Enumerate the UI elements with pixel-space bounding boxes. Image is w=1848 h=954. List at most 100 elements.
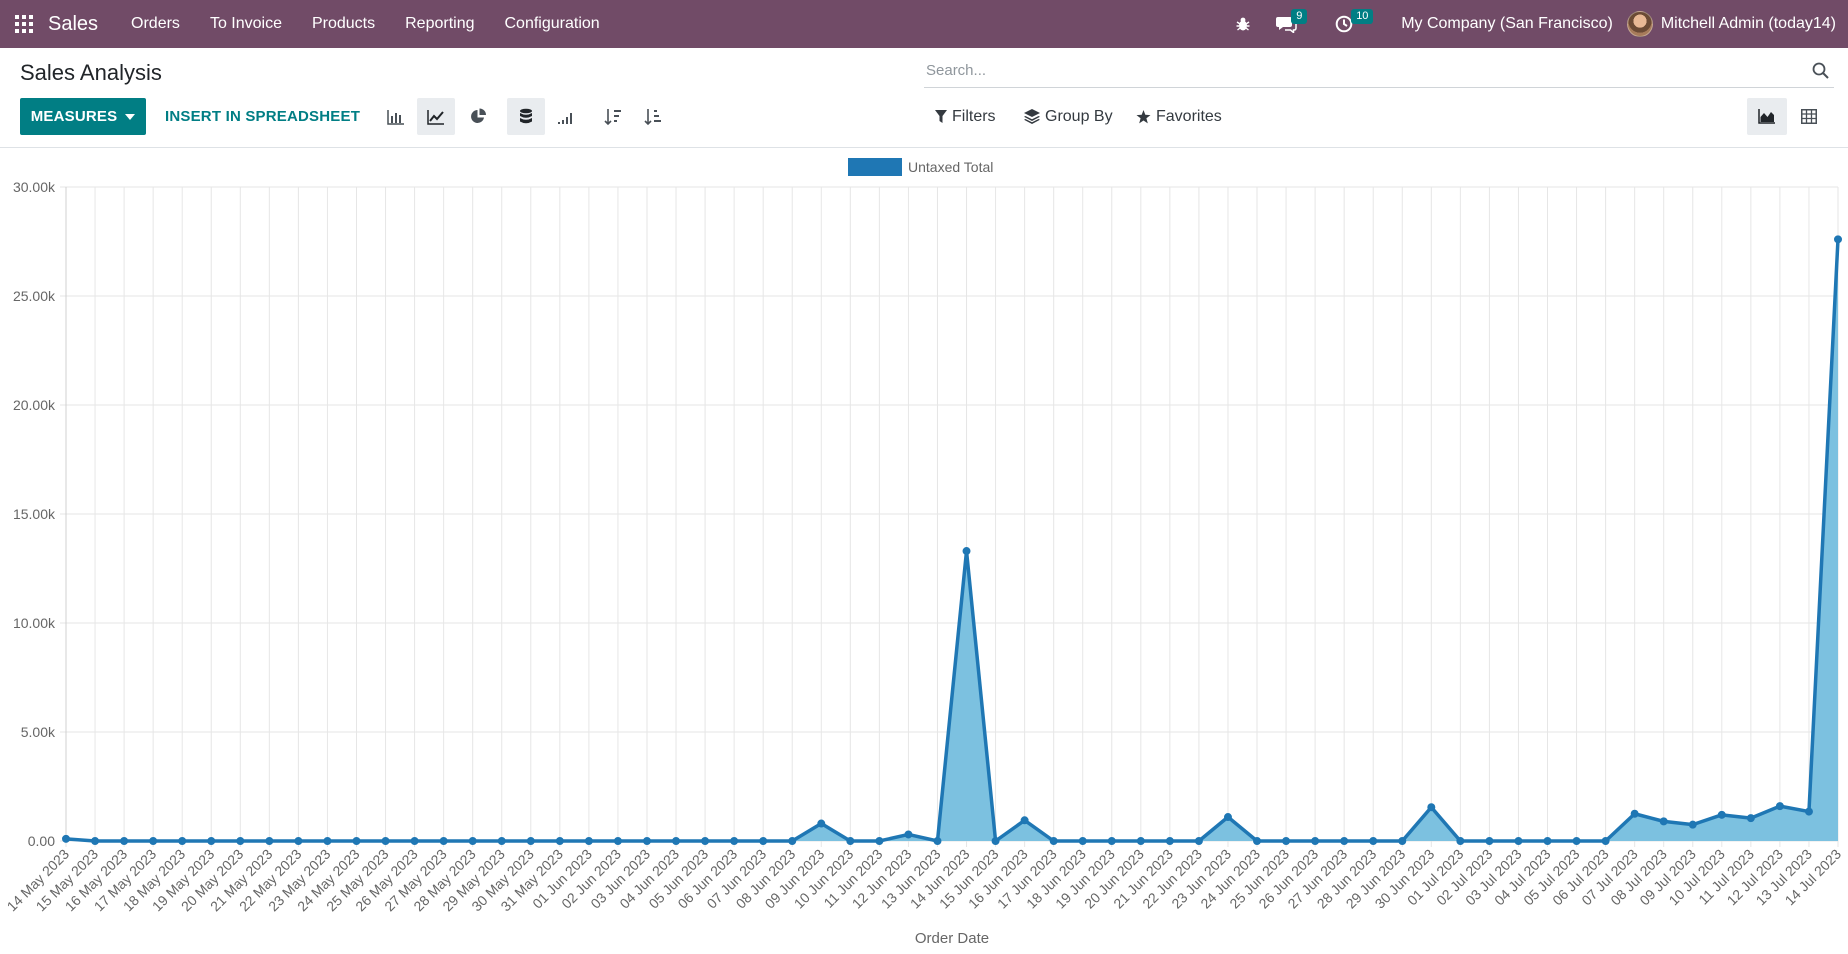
cumulative-signal-icon[interactable] — [547, 98, 585, 135]
measures-button[interactable]: MEASURES — [20, 98, 146, 135]
menu-reporting[interactable]: Reporting — [390, 0, 489, 48]
messages-count-badge: 9 — [1291, 9, 1308, 24]
y-tick-label: 0.00 — [28, 833, 55, 849]
data-point — [1078, 837, 1087, 845]
y-tick-label: 15.00k — [13, 506, 56, 522]
debug-bug-icon[interactable] — [1223, 0, 1263, 48]
legend-label: Untaxed Total — [908, 159, 993, 175]
data-point — [1746, 814, 1755, 823]
data-point — [730, 837, 739, 845]
data-point — [846, 837, 855, 845]
data-point — [759, 837, 768, 845]
data-point — [1253, 837, 1262, 845]
data-point — [468, 837, 477, 845]
bar-chart-icon[interactable] — [377, 98, 415, 135]
data-point — [613, 837, 622, 845]
y-tick-label: 25.00k — [13, 288, 56, 304]
caret-down-icon — [125, 113, 136, 120]
data-point — [1485, 837, 1494, 845]
data-point — [178, 837, 187, 845]
filters-button[interactable]: Filters — [935, 98, 996, 135]
data-point — [1456, 837, 1465, 845]
data-point — [555, 837, 564, 845]
data-point — [236, 837, 245, 845]
user-menu[interactable]: Mitchell Admin (today14) — [1626, 11, 1848, 37]
data-point — [1688, 820, 1697, 829]
data-point — [497, 837, 506, 845]
activities-clock-icon[interactable]: 10 — [1323, 0, 1379, 48]
data-point — [439, 837, 448, 845]
data-point — [410, 837, 419, 845]
data-point — [875, 837, 884, 845]
data-point — [1601, 837, 1610, 845]
data-point — [672, 837, 681, 845]
data-point — [1427, 803, 1436, 812]
data-point — [1194, 837, 1203, 845]
data-point — [1398, 837, 1407, 845]
y-tick-label: 20.00k — [13, 397, 56, 413]
measures-label: MEASURES — [30, 108, 118, 125]
data-point — [62, 834, 70, 843]
data-point — [1834, 235, 1842, 244]
user-avatar — [1626, 11, 1653, 37]
data-point — [149, 837, 158, 845]
menu-orders[interactable]: Orders — [116, 0, 195, 48]
data-point — [265, 837, 274, 845]
app-menu-grid-icon[interactable] — [0, 0, 48, 48]
pie-chart-icon[interactable] — [459, 98, 497, 135]
search-icon[interactable] — [1806, 57, 1834, 85]
data-point — [788, 837, 797, 845]
data-point — [91, 837, 100, 845]
menu-configuration[interactable]: Configuration — [490, 0, 615, 48]
line-chart-icon[interactable] — [417, 98, 455, 135]
menu-products[interactable]: Products — [297, 0, 390, 48]
data-point — [1020, 816, 1029, 825]
insert-in-spreadsheet-button[interactable]: INSERT IN SPREADSHEET — [165, 98, 360, 135]
data-point — [1630, 809, 1639, 818]
filter-funnel-icon — [935, 110, 947, 123]
sort-ascending-icon[interactable] — [634, 98, 672, 135]
sort-descending-icon[interactable] — [594, 98, 632, 135]
data-point — [1543, 837, 1552, 845]
data-point — [1107, 837, 1116, 845]
data-point — [584, 837, 593, 845]
sales-graph-container: 0.00 5.00k 10.00k 15.00k 20.00k 25.00k 30.00k … — [0, 148, 1848, 954]
app-name[interactable]: Sales — [48, 13, 98, 36]
data-point — [1572, 837, 1581, 845]
data-point — [1165, 837, 1174, 845]
graph-view-area-chart-icon[interactable] — [1747, 98, 1787, 135]
stacked-database-icon[interactable] — [507, 98, 545, 135]
top-navbar: Sales Orders To Invoice Products Reporti… — [0, 0, 1848, 48]
x-axis-title: Order Date — [915, 930, 989, 947]
data-point — [642, 837, 651, 845]
data-point — [991, 837, 1000, 845]
group-by-button[interactable]: Group By — [1024, 98, 1113, 135]
data-point — [933, 837, 942, 845]
data-point — [1514, 837, 1523, 845]
data-point — [1717, 810, 1726, 819]
search-input[interactable] — [924, 55, 1806, 86]
data-point — [381, 837, 390, 845]
data-point — [120, 837, 129, 845]
favorites-button[interactable]: Favorites — [1136, 98, 1222, 135]
y-tick-label: 10.00k — [13, 615, 56, 631]
messages-chat-icon[interactable]: 9 — [1263, 0, 1323, 48]
search-bar — [924, 54, 1834, 88]
page-title: Sales Analysis — [20, 60, 162, 85]
data-point — [1049, 837, 1058, 845]
data-point — [962, 547, 971, 556]
menu-to-invoice[interactable]: To Invoice — [195, 0, 297, 48]
data-point — [1282, 837, 1291, 845]
data-point — [1311, 837, 1320, 845]
company-switcher[interactable]: My Company (San Francisco) — [1379, 15, 1627, 33]
activities-count-badge: 10 — [1351, 9, 1374, 24]
data-point — [817, 819, 826, 828]
favorites-label: Favorites — [1156, 107, 1222, 125]
y-tick-label: 5.00k — [21, 724, 56, 740]
star-icon — [1136, 109, 1151, 123]
series-area-fill — [66, 239, 1838, 841]
pivot-view-table-icon[interactable] — [1789, 98, 1829, 135]
data-point — [352, 837, 361, 845]
layers-icon — [1024, 109, 1040, 124]
data-point — [904, 830, 913, 839]
